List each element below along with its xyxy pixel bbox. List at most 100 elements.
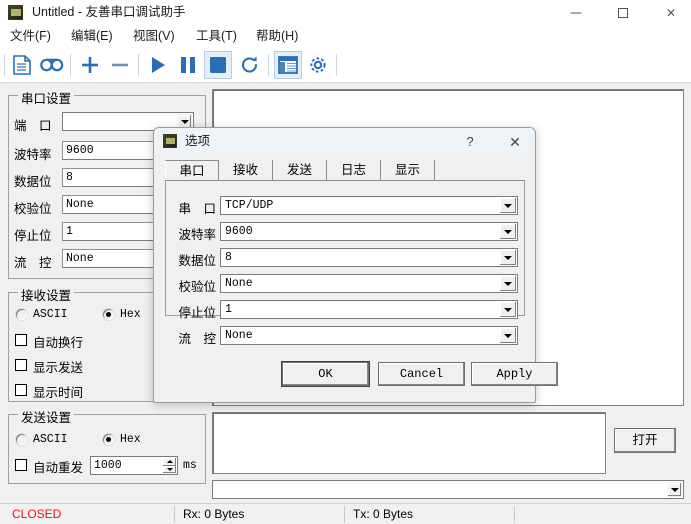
show-send-checkbox[interactable] xyxy=(15,359,27,371)
stepper-up-icon[interactable] xyxy=(163,458,176,466)
receive-ascii-radio[interactable] xyxy=(16,309,27,320)
add-button[interactable] xyxy=(76,51,104,79)
connection-status: CLOSED xyxy=(4,506,174,523)
tab-log[interactable]: 日志 xyxy=(327,160,381,181)
dialog-databits-combo[interactable]: 8 xyxy=(220,248,518,267)
dialog-apply-label: Apply xyxy=(472,363,557,385)
options-gear-button[interactable] xyxy=(304,51,332,79)
dialog-parity-combo[interactable]: None xyxy=(220,274,518,293)
dialog-help-button[interactable]: ? xyxy=(459,132,481,152)
rx-bytes-status: Rx: 0 Bytes xyxy=(174,506,344,523)
application-window: Untitled - 友善串口调试助手 ✕ 文件(F) 编辑(E) 视图(V) … xyxy=(0,0,691,524)
remove-button[interactable] xyxy=(106,51,134,79)
start-button[interactable] xyxy=(144,51,172,79)
pause-button[interactable] xyxy=(174,51,202,79)
maximize-button[interactable] xyxy=(600,0,646,25)
stepper-down-icon[interactable] xyxy=(163,466,176,474)
receive-settings-title: 接收设置 xyxy=(18,285,74,304)
auto-wrap-checkbox[interactable] xyxy=(15,334,27,346)
chevron-down-icon[interactable] xyxy=(500,328,516,343)
menu-item-file[interactable]: 文件(F) xyxy=(4,27,57,46)
tab-send[interactable]: 发送 xyxy=(273,160,327,181)
new-document-icon xyxy=(13,55,31,75)
layout-panel-button[interactable] xyxy=(274,51,302,79)
dialog-cancel-button[interactable]: Cancel xyxy=(378,362,465,386)
dialog-databits-value: 8 xyxy=(225,250,498,266)
toolbar-separator xyxy=(268,54,269,76)
auto-wrap-label: 自动换行 xyxy=(33,332,83,351)
tab-receive[interactable]: 接收 xyxy=(219,160,273,181)
dialog-tabstrip: 串口 接收 发送 日志 显示 xyxy=(165,160,525,182)
receive-hex-radio[interactable] xyxy=(103,309,114,320)
tab-display[interactable]: 显示 xyxy=(381,160,435,181)
dialog-baudrate-label: 波特率 xyxy=(168,224,216,243)
send-ascii-radio[interactable] xyxy=(16,434,27,445)
chevron-down-icon[interactable] xyxy=(667,482,682,497)
minimize-icon xyxy=(571,12,582,13)
record-button[interactable] xyxy=(38,51,66,79)
dialog-apply-button[interactable]: Apply xyxy=(471,362,558,386)
auto-resend-label: 自动重发 xyxy=(33,457,83,476)
dialog-ok-button[interactable]: OK xyxy=(282,362,369,386)
send-history-combo[interactable] xyxy=(212,480,684,499)
parity-label: 校验位 xyxy=(14,198,52,217)
minimize-button[interactable] xyxy=(553,0,599,25)
toolbar-separator xyxy=(70,54,71,76)
send-history-value xyxy=(216,482,665,497)
dialog-stopbits-combo[interactable]: 1 xyxy=(220,300,518,319)
dialog-baudrate-combo[interactable]: 9600 xyxy=(220,222,518,241)
toolbar-separator xyxy=(336,54,337,76)
show-time-checkbox[interactable] xyxy=(15,384,27,396)
close-button[interactable]: ✕ xyxy=(648,0,691,25)
flowcontrol-label: 流 控 xyxy=(14,252,52,271)
new-document-button[interactable] xyxy=(8,51,36,79)
chevron-down-icon[interactable] xyxy=(500,276,516,291)
menu-bar: 文件(F) 编辑(E) 视图(V) 工具(T) 帮助(H) xyxy=(0,25,691,49)
send-hex-radio[interactable] xyxy=(103,434,114,445)
send-textarea[interactable] xyxy=(212,412,606,474)
resend-interval-stepper[interactable]: 1000 xyxy=(90,456,178,475)
stop-button[interactable] xyxy=(204,51,232,79)
chevron-down-icon[interactable] xyxy=(500,302,516,317)
menu-item-edit[interactable]: 编辑(E) xyxy=(65,27,119,46)
dialog-stopbits-label: 停止位 xyxy=(168,302,216,321)
maximize-icon xyxy=(618,8,628,18)
dialog-cancel-label: Cancel xyxy=(379,363,464,385)
dialog-databits-label: 数据位 xyxy=(168,250,216,269)
refresh-button[interactable] xyxy=(236,51,264,79)
dialog-port-value: TCP/UDP xyxy=(225,198,498,214)
menu-item-view[interactable]: 视图(V) xyxy=(127,27,181,46)
chevron-down-icon[interactable] xyxy=(500,224,516,239)
gear-icon xyxy=(307,54,329,76)
dialog-flowcontrol-label: 流 控 xyxy=(168,328,216,347)
dialog-close-button[interactable]: ✕ xyxy=(504,132,526,152)
send-settings-title: 发送设置 xyxy=(18,407,74,426)
dialog-flowcontrol-value: None xyxy=(225,328,498,344)
dialog-parity-label: 校验位 xyxy=(168,276,216,295)
plus-icon xyxy=(80,55,100,75)
dialog-ok-label: OK xyxy=(283,363,368,385)
pause-icon xyxy=(180,55,196,75)
serial-app-icon xyxy=(8,5,23,20)
dialog-flowcontrol-combo[interactable]: None xyxy=(220,326,518,345)
open-port-button[interactable]: 打开 xyxy=(614,428,676,453)
tab-serial[interactable]: 串口 xyxy=(165,160,219,181)
receive-ascii-label: ASCII xyxy=(33,308,68,321)
stepper-buttons[interactable] xyxy=(163,458,176,473)
databits-label: 数据位 xyxy=(14,171,52,190)
play-icon xyxy=(149,55,167,75)
menu-item-help[interactable]: 帮助(H) xyxy=(250,27,304,46)
menu-item-tools[interactable]: 工具(T) xyxy=(190,27,243,46)
minus-icon xyxy=(110,55,130,75)
receive-hex-label: Hex xyxy=(120,308,141,321)
status-bar: CLOSED Rx: 0 Bytes Tx: 0 Bytes xyxy=(0,503,691,524)
dialog-title: 选项 xyxy=(185,133,210,150)
chevron-down-icon[interactable] xyxy=(500,250,516,265)
close-icon: ✕ xyxy=(666,7,676,19)
auto-resend-checkbox[interactable] xyxy=(15,459,27,471)
dialog-port-combo[interactable]: TCP/UDP xyxy=(220,196,518,215)
dialog-stopbits-value: 1 xyxy=(225,302,498,318)
title-bar: Untitled - 友善串口调试助手 ✕ xyxy=(0,0,691,25)
chevron-down-icon[interactable] xyxy=(500,198,516,213)
extra-status xyxy=(514,506,689,523)
